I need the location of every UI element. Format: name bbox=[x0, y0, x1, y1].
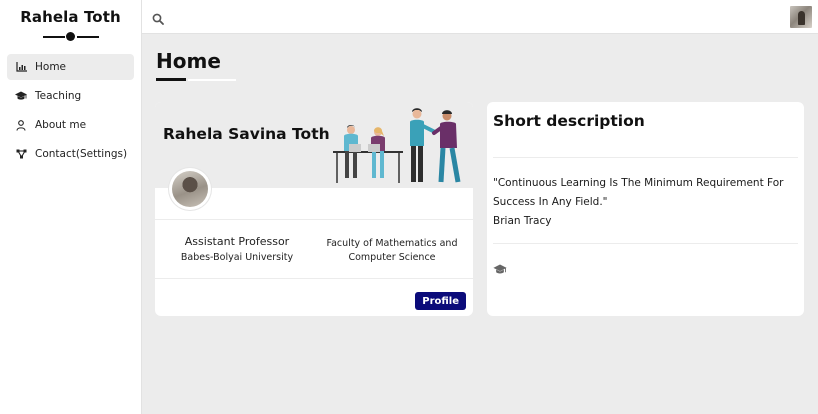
search-icon[interactable] bbox=[152, 10, 166, 25]
profile-button[interactable]: Profile bbox=[415, 292, 466, 310]
graduation-cap-icon bbox=[15, 90, 27, 102]
profile-card: Rahela Savina Toth Assistant Professor B… bbox=[155, 102, 473, 316]
profile-name: Rahela Savina Toth bbox=[163, 125, 330, 143]
description-quote: "Continuous Learning Is The Minimum Requ… bbox=[493, 177, 784, 208]
top-bar bbox=[142, 0, 818, 34]
sidebar-item-label: Teaching bbox=[35, 90, 82, 102]
divider bbox=[155, 278, 473, 279]
sidebar-item-contact-settings[interactable]: Contact(Settings) bbox=[7, 141, 134, 167]
profile-faculty-block: Faculty of Mathematics and Computer Scie… bbox=[325, 237, 459, 265]
chart-icon bbox=[15, 61, 27, 73]
sidebar-item-teaching[interactable]: Teaching bbox=[7, 83, 134, 109]
description-author: Brian Tracy bbox=[493, 215, 552, 227]
page-title: Home bbox=[156, 49, 221, 73]
profile-university: Babes-Bolyai University bbox=[180, 252, 294, 263]
divider bbox=[155, 219, 473, 220]
sidebar-item-about-me[interactable]: About me bbox=[7, 112, 134, 138]
description-title: Short description bbox=[493, 112, 645, 130]
sidebar-nav: Home Teaching About me Contact(Settings) bbox=[0, 54, 141, 167]
sidebar-item-home[interactable]: Home bbox=[7, 54, 134, 80]
user-icon bbox=[15, 119, 27, 131]
profile-role: Assistant Professor bbox=[184, 235, 290, 248]
description-quote-block: "Continuous Learning Is The Minimum Requ… bbox=[493, 174, 793, 231]
short-description-card: Short description "Continuous Learning I… bbox=[487, 102, 804, 316]
sidebar: Rahela Toth Home Teaching About me Conta… bbox=[0, 0, 142, 414]
sidebar-item-label: Contact(Settings) bbox=[35, 148, 128, 160]
divider bbox=[493, 243, 798, 244]
graduation-cap-icon bbox=[493, 260, 507, 279]
profile-faculty: Faculty of Mathematics and Computer Scie… bbox=[326, 238, 458, 263]
sidebar-item-label: Home bbox=[35, 61, 67, 73]
share-nodes-icon bbox=[15, 148, 27, 160]
brand-ornament bbox=[42, 32, 99, 42]
profile-role-block: Assistant Professor Babes-Bolyai Univers… bbox=[169, 235, 305, 263]
brand: Rahela Toth bbox=[0, 0, 141, 42]
team-illustration bbox=[333, 108, 461, 183]
brand-name: Rahela Toth bbox=[20, 8, 121, 26]
profile-avatar bbox=[169, 168, 211, 210]
user-avatar[interactable] bbox=[790, 6, 812, 28]
sidebar-item-label: About me bbox=[35, 119, 87, 131]
divider bbox=[493, 157, 798, 158]
title-underline bbox=[156, 78, 236, 81]
